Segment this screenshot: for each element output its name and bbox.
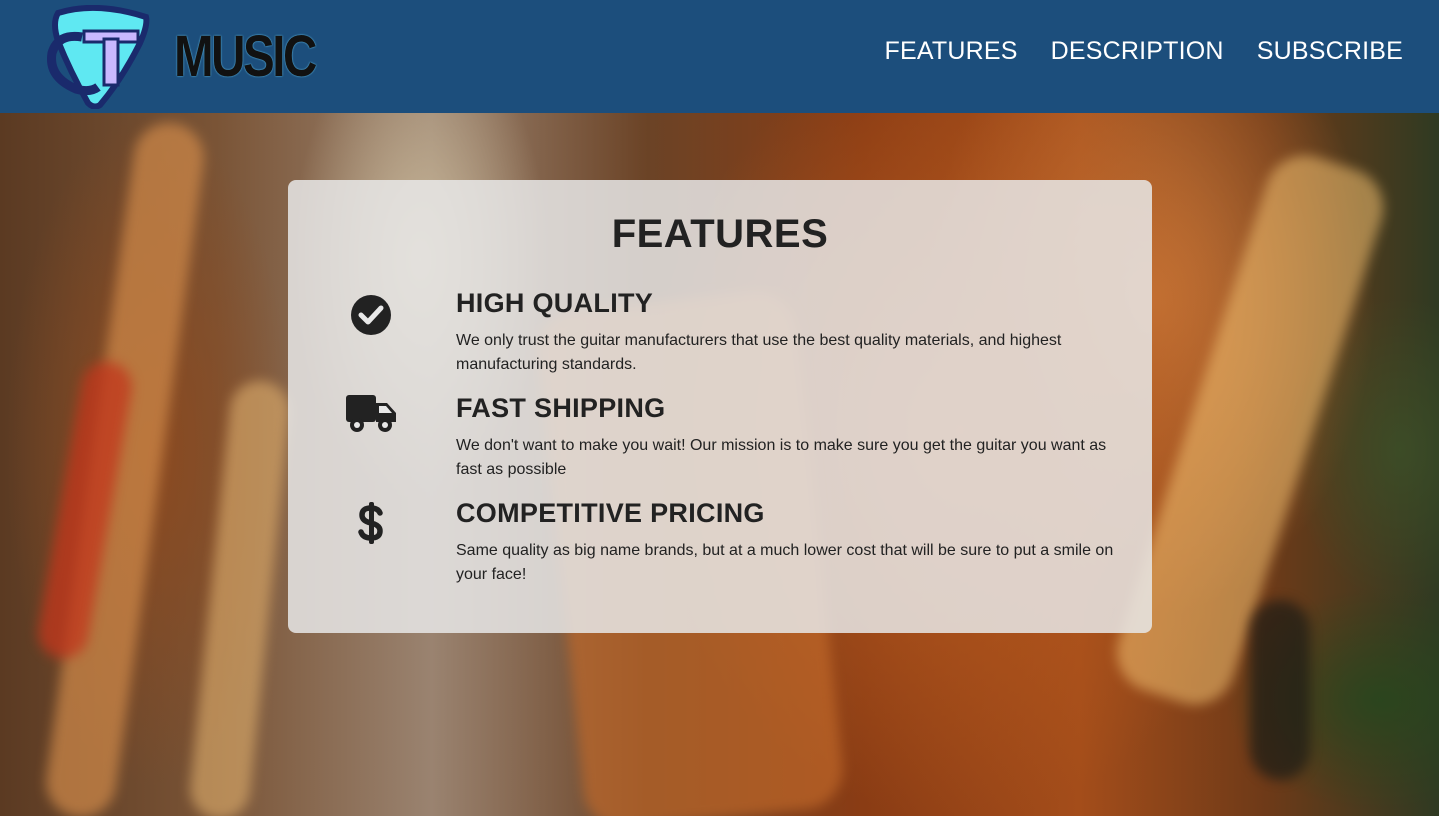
truck-icon — [346, 389, 396, 439]
feature-description: Same quality as big name brands, but at … — [456, 542, 1114, 583]
features-title: FEATURES — [611, 212, 829, 256]
logo — [36, 4, 156, 109]
feature-description: We only trust the guitar manufacturers t… — [456, 332, 1062, 373]
main-nav: FEATURES DESCRIPTION SUBSCRIBE — [885, 37, 1403, 66]
features-card: FEATURES HIGH QUALITY We only trust the … — [288, 180, 1152, 633]
brand-name: MUSIC — [174, 23, 317, 89]
feature-heading: COMPETITIVE PRICING — [456, 498, 765, 528]
site-header: MUSIC FEATURES DESCRIPTION SUBSCRIBE — [0, 0, 1439, 113]
feature-description: We don't want to make you wait! Our miss… — [456, 437, 1107, 478]
feature-heading: FAST SHIPPING — [456, 393, 666, 423]
brand[interactable]: MUSIC — [36, 4, 346, 109]
feature-heading: HIGH QUALITY — [456, 288, 654, 318]
check-circle-icon — [346, 290, 396, 340]
dollar-sign-icon — [346, 498, 396, 548]
nav-link-subscribe[interactable]: SUBSCRIBE — [1257, 37, 1403, 66]
nav-link-description[interactable]: DESCRIPTION — [1051, 37, 1224, 66]
nav-link-features[interactable]: FEATURES — [885, 37, 1018, 66]
